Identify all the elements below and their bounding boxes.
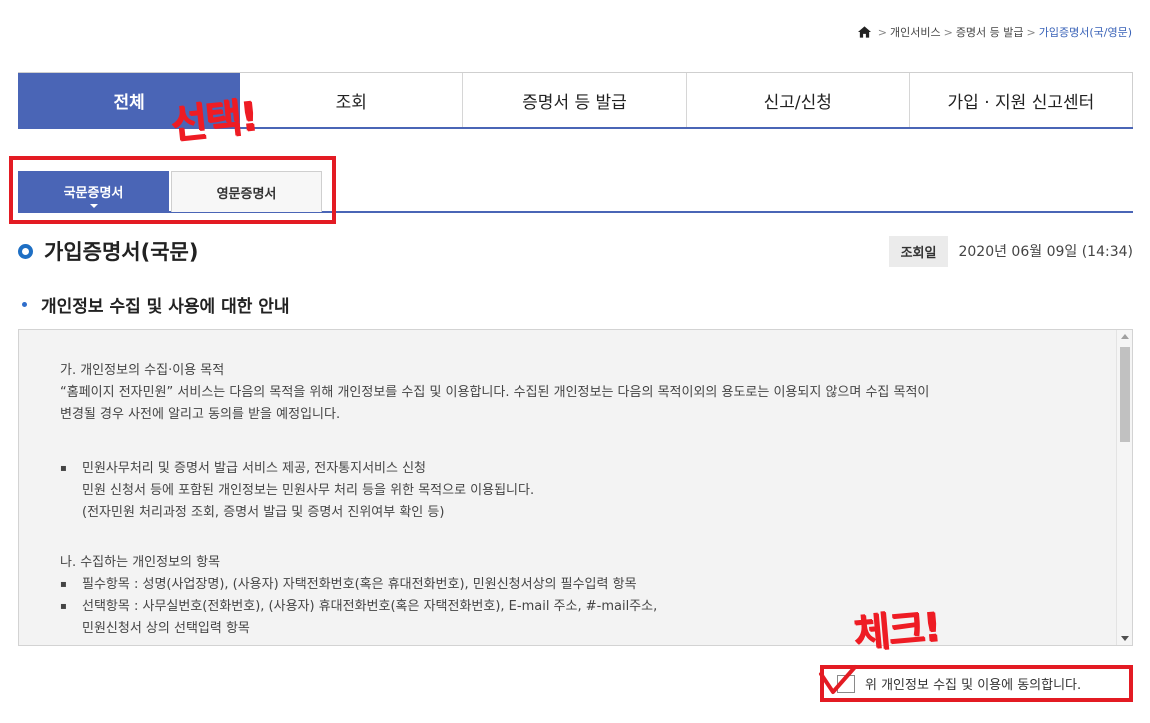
breadcrumb-item-personal-service[interactable]: 개인서비스 xyxy=(890,24,941,40)
privacy-text: 민원사무처리 및 증명서 발급 서비스 제공, 전자통지서비스 신청 xyxy=(82,461,427,476)
tab-join-support-center[interactable]: 가입 · 지원 신고센터 xyxy=(909,73,1134,127)
privacy-text: 필수항목 : 성명(사업장명), (사용자) 자택전화번호(혹은 휴대전화번호)… xyxy=(82,577,637,592)
breadcrumb-separator: > xyxy=(943,25,953,39)
square-bullet-icon: ▪ xyxy=(60,463,67,474)
inquiry-date: 조회일 2020년 06월 09일 (14:34) xyxy=(888,235,1133,267)
annotation-select: 선택! xyxy=(168,93,259,149)
circle-bullet-icon xyxy=(18,243,33,259)
page-title-row: 가입증명서(국문) 조회일 2020년 06월 09일 (14:34) xyxy=(18,235,1133,267)
scroll-thumb[interactable] xyxy=(1120,347,1130,442)
home-icon[interactable] xyxy=(857,26,871,38)
section-heading: 개인정보 수집 및 사용에 대한 안내 xyxy=(22,292,290,317)
agree-row: 위 개인정보 수집 및 이용에 동의합니다. xyxy=(837,674,1081,693)
breadcrumb-item-certificate[interactable]: 증명서 등 발급 xyxy=(956,24,1024,40)
date-value: 2020년 06월 09일 (14:34) xyxy=(958,244,1133,260)
annotation-check: 체크! xyxy=(851,604,942,658)
privacy-heading-purpose: 가. 개인정보의 수집·이용 목적 xyxy=(60,363,225,378)
tab-report-apply[interactable]: 신고/신청 xyxy=(686,73,910,127)
privacy-text: 선택항목 : 사무실번호(전화번호), (사용자) 휴대전화번호(혹은 자택전화… xyxy=(82,599,658,614)
privacy-text: 변경될 경우 사전에 알리고 동의를 받을 예정입니다. xyxy=(60,407,341,422)
privacy-text: (전자민원 처리과정 조회, 증명서 발급 및 증명서 진위여부 확인 등) xyxy=(82,505,445,520)
privacy-text: 민원 신청서 등에 포함된 개인정보는 민원사무 처리 등을 위한 목적으로 이… xyxy=(82,483,535,498)
handwritten-check-icon xyxy=(819,665,857,694)
breadcrumb-separator: > xyxy=(877,25,887,39)
scroll-down-arrow-icon[interactable] xyxy=(1121,636,1129,641)
tab-inquiry[interactable]: 조회 xyxy=(240,73,464,127)
list-item: ▪ 민원사무처리 및 증명서 발급 서비스 제공, 전자통지서비스 신청 xyxy=(60,458,1092,480)
square-bullet-icon: ▪ xyxy=(60,601,67,612)
date-label: 조회일 xyxy=(888,235,949,267)
privacy-heading-items: 나. 수집하는 개인정보의 항목 xyxy=(60,555,221,570)
tab-certificate-issue[interactable]: 증명서 등 발급 xyxy=(463,73,687,127)
square-bullet-icon: ▪ xyxy=(60,579,67,590)
dot-bullet-icon xyxy=(22,302,27,307)
annotation-highlight-box-tabs xyxy=(9,156,336,224)
page-title: 가입증명서(국문) xyxy=(44,240,199,264)
breadcrumb-item-current[interactable]: 가입증명서(국/영문) xyxy=(1039,24,1132,40)
scroll-up-arrow-icon[interactable] xyxy=(1121,334,1129,339)
breadcrumb-separator: > xyxy=(1026,25,1036,39)
privacy-notice-content: 가. 개인정보의 수집·이용 목적 “홈페이지 전자민원” 서비스는 다음의 목… xyxy=(19,330,1132,640)
section-title: 개인정보 수집 및 사용에 대한 안내 xyxy=(41,297,290,317)
agree-label[interactable]: 위 개인정보 수집 및 이용에 동의합니다. xyxy=(865,674,1081,693)
privacy-text: “홈페이지 전자민원” 서비스는 다음의 목적을 위해 개인정보를 수집 및 이… xyxy=(60,385,930,400)
list-item: ▪ 필수항목 : 성명(사업장명), (사용자) 자택전화번호(혹은 휴대전화번… xyxy=(60,574,1092,596)
breadcrumb: > 개인서비스 > 증명서 등 발급 > 가입증명서(국/영문) xyxy=(857,24,1132,40)
scrollbar[interactable] xyxy=(1116,330,1132,645)
privacy-notice-box[interactable]: 가. 개인정보의 수집·이용 목적 “홈페이지 전자민원” 서비스는 다음의 목… xyxy=(18,329,1133,646)
